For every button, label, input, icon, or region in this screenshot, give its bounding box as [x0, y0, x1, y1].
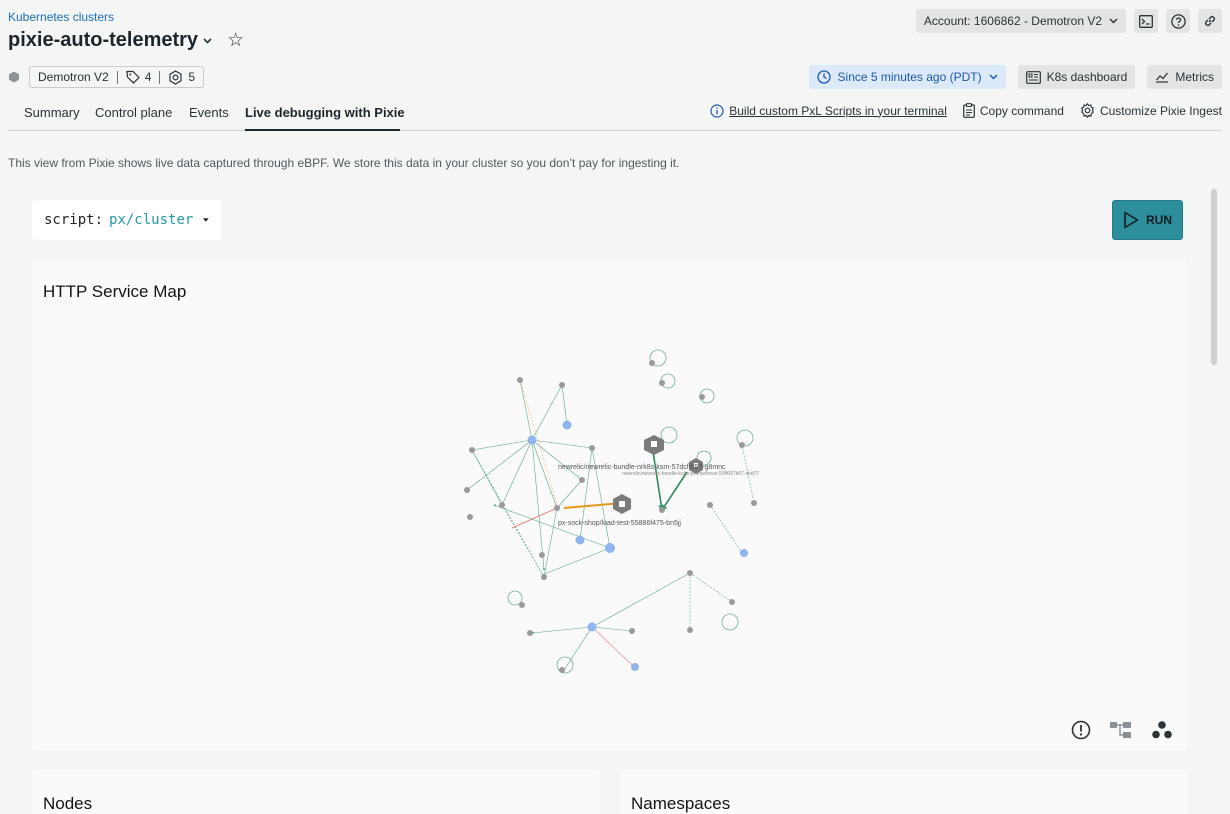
breadcrumb[interactable]: Kubernetes clusters [8, 10, 114, 24]
tab-control-plane[interactable]: Control plane [95, 105, 172, 120]
cluster-icon[interactable] [1151, 720, 1173, 740]
self-loop-edges [507, 349, 754, 674]
tab-actions: Build custom PxL Scripts in your termina… [710, 103, 1222, 118]
info-icon [710, 103, 724, 118]
script-value: px/cluster [109, 212, 194, 228]
copy-command-label: Copy command [979, 103, 1064, 118]
metrics-button[interactable]: Metrics [1147, 65, 1222, 89]
tag-icon [126, 70, 140, 84]
script-key: script: [44, 212, 104, 228]
run-label: RUN [1146, 213, 1172, 227]
time-picker-label: Since 5 minutes ago (PDT) [837, 70, 982, 84]
entity-name: Demotron V2 [38, 70, 109, 84]
run-button[interactable]: RUN [1112, 200, 1183, 240]
account-label: Account: 1606862 - Demotron V2 [923, 14, 1102, 28]
nodes-title: Nodes [43, 794, 93, 813]
link-button[interactable] [1198, 9, 1222, 33]
tag-count: 4 [144, 70, 152, 84]
account-selector[interactable]: Account: 1606862 - Demotron V2 [915, 9, 1126, 33]
hexagon-icon [9, 71, 19, 83]
map-toolbar [1071, 720, 1173, 740]
chevron-down-icon[interactable] [203, 35, 212, 47]
view-description: This view from Pixie shows live data cap… [8, 156, 680, 170]
namespaces-card: Namespaces [620, 770, 1188, 814]
time-picker[interactable]: Since 5 minutes ago (PDT) [808, 65, 1006, 89]
entity-meta: Demotron V2 4 5 [8, 66, 205, 88]
play-icon [1124, 211, 1139, 229]
help-button[interactable] [1166, 9, 1190, 33]
scrollbar[interactable] [1211, 185, 1219, 805]
hierarchy-icon[interactable] [1109, 720, 1133, 740]
service-map-card: HTTP Service Map newrelic/newrelic-bundl… [32, 260, 1187, 750]
customize-ingest-button[interactable]: Customize Pixie Ingest [1080, 103, 1222, 118]
graph-label-prometheus: newrelic/newrelic-bundle-kube-prometheus… [622, 471, 759, 477]
caret-down-icon [203, 218, 209, 222]
chevron-down-icon [1109, 18, 1118, 24]
metrics-label: Metrics [1175, 70, 1214, 84]
nodes-card: Nodes [32, 770, 600, 814]
active-tab-indicator [245, 129, 400, 131]
k8s-dashboard-button[interactable]: K8s dashboard [1017, 65, 1136, 89]
terminal-button[interactable] [1134, 9, 1158, 33]
line-chart-icon [1156, 72, 1169, 83]
dashboard-icon [1025, 70, 1041, 84]
k8s-dashboard-label: K8s dashboard [1046, 70, 1128, 84]
alert-icon[interactable] [1071, 720, 1091, 740]
graph-label-ksm: newrelic/newrelic-bundle-nrk8s-ksm-57dcf… [558, 464, 726, 471]
copy-command-button[interactable]: Copy command [962, 103, 1064, 118]
customize-ingest-label: Customize Pixie Ingest [1099, 103, 1222, 118]
build-scripts-label: Build custom PxL Scripts in your termina… [729, 103, 947, 118]
clipboard-icon [962, 103, 975, 118]
script-selector[interactable]: script: px/cluster [32, 200, 221, 240]
entity-meta-box[interactable]: Demotron V2 4 5 [29, 66, 205, 88]
divider [116, 70, 118, 84]
related-entities-icon [169, 69, 182, 85]
page-title: pixie-auto-telemetry [8, 29, 199, 51]
header-actions: Account: 1606862 - Demotron V2 [915, 9, 1222, 33]
graph-label-load-test: px-sock-shop/load-test-55886f475-bn5jj [558, 520, 681, 527]
namespaces-title: Namespaces [631, 794, 731, 813]
tab-bar: Summary Control plane Events Live debugg… [8, 96, 1222, 131]
help-icon [1170, 13, 1186, 29]
title-row: pixie-auto-telemetry ☆ [8, 29, 244, 52]
clock-icon [816, 70, 831, 84]
service-map-graph[interactable]: newrelic/newrelic-bundle-nrk8s-ksm-57dcf… [432, 345, 792, 695]
chevron-down-icon [989, 74, 998, 80]
tab-live-debugging[interactable]: Live debugging with Pixie [245, 105, 405, 120]
tab-events[interactable]: Events [189, 105, 229, 120]
terminal-icon [1139, 14, 1153, 28]
divider [159, 70, 161, 84]
tab-summary[interactable]: Summary [24, 105, 80, 120]
related-count: 5 [188, 70, 196, 84]
gear-icon [1080, 103, 1095, 118]
star-icon[interactable]: ☆ [227, 31, 244, 50]
graph-nodes[interactable] [464, 360, 757, 673]
link-icon [1204, 15, 1216, 27]
scroll-thumb[interactable] [1211, 189, 1217, 365]
build-scripts-link[interactable]: Build custom PxL Scripts in your termina… [710, 104, 947, 118]
meta-actions: Since 5 minutes ago (PDT) K8s dashboard … [808, 65, 1222, 89]
service-map-title: HTTP Service Map [43, 282, 187, 301]
